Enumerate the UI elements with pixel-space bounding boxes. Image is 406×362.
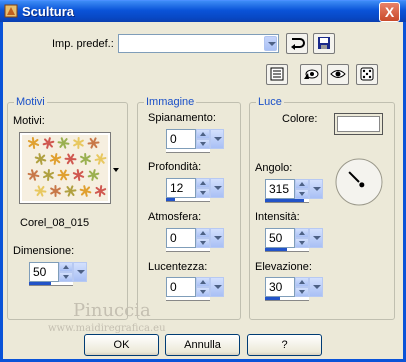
save-icon — [318, 37, 330, 49]
lucentezza-spinner[interactable]: 0 — [166, 277, 224, 297]
angolo-input[interactable]: 315 — [265, 179, 295, 199]
preset-dropdown[interactable] — [118, 34, 279, 53]
motivi-group: Motivi — [7, 96, 128, 320]
spianamento-slider[interactable] — [166, 149, 210, 153]
proof-button[interactable] — [300, 64, 322, 85]
preset-label: Imp. predef.: — [52, 38, 114, 50]
intensita-spinner[interactable]: 50 — [265, 228, 323, 248]
ok-button[interactable]: OK — [84, 334, 159, 356]
dimensione-updown[interactable] — [59, 262, 73, 282]
profondita-slider[interactable] — [166, 198, 210, 202]
atmosfera-label: Atmosfera: — [148, 211, 202, 223]
lucentezza-slider[interactable] — [166, 297, 210, 301]
atmosfera-spinner[interactable]: 0 — [166, 228, 224, 248]
angolo-spinner[interactable]: 315 — [265, 179, 323, 199]
elevazione-input[interactable]: 30 — [265, 277, 295, 297]
profondita-updown[interactable] — [196, 178, 210, 198]
title-bar: Scultura X — [0, 0, 406, 22]
lucentezza-input[interactable]: 0 — [166, 277, 196, 297]
angle-dial[interactable] — [334, 157, 384, 207]
lucentezza-label: Lucentezza: — [148, 261, 208, 273]
intensita-slider-toggle[interactable] — [309, 228, 323, 248]
atmosfera-slider-toggle[interactable] — [210, 228, 224, 248]
eye-hand-icon — [304, 69, 319, 79]
dimensione-label: Dimensione: — [13, 245, 75, 257]
dimensione-slider[interactable] — [29, 282, 73, 286]
list-icon — [270, 67, 284, 81]
dice-icon — [360, 67, 374, 81]
profondita-slider-toggle[interactable] — [210, 178, 224, 198]
profondita-spinner[interactable]: 12 — [166, 178, 224, 198]
randomize-button[interactable] — [356, 64, 378, 85]
colore-swatch[interactable] — [334, 113, 383, 135]
reset-preset-button[interactable] — [286, 33, 308, 54]
angolo-slider[interactable] — [265, 199, 309, 203]
texture-dropdown-arrow[interactable] — [113, 168, 119, 172]
intensita-slider[interactable] — [265, 248, 309, 252]
spianamento-updown[interactable] — [196, 129, 210, 149]
angolo-updown[interactable] — [295, 179, 309, 199]
auto-proof-button[interactable] — [327, 64, 349, 85]
immagine-legend: Immagine — [146, 96, 195, 108]
texture-name: Corel_08_015 — [20, 217, 90, 229]
help-button[interactable]: ? — [247, 334, 322, 356]
dimensione-input[interactable]: 50 — [29, 262, 59, 282]
elevazione-spinner[interactable]: 30 — [265, 277, 323, 297]
spianamento-spinner[interactable]: 0 — [166, 129, 224, 149]
elevazione-slider-toggle[interactable] — [309, 277, 323, 297]
window-title: Scultura — [22, 4, 75, 19]
angolo-slider-toggle[interactable] — [309, 179, 323, 199]
motivi-legend: Motivi — [16, 96, 45, 108]
luce-legend: Luce — [258, 96, 282, 108]
dimensione-slider-toggle[interactable] — [73, 262, 87, 282]
randomize-list-button[interactable] — [266, 64, 288, 85]
close-button[interactable]: X — [379, 2, 400, 22]
chevron-down-icon[interactable] — [264, 36, 277, 51]
reset-icon — [291, 38, 305, 50]
lucentezza-slider-toggle[interactable] — [210, 277, 224, 297]
angolo-label: Angolo: — [255, 162, 293, 174]
save-preset-button[interactable] — [313, 33, 335, 54]
profondita-input[interactable]: 12 — [166, 178, 196, 198]
elevazione-slider[interactable] — [265, 297, 309, 301]
elevazione-updown[interactable] — [295, 277, 309, 297]
dimensione-spinner[interactable]: 50 — [29, 262, 87, 282]
eye-icon — [330, 70, 346, 78]
atmosfera-slider[interactable] — [166, 248, 210, 252]
intensita-updown[interactable] — [295, 228, 309, 248]
lucentezza-updown[interactable] — [196, 277, 210, 297]
profondita-label: Profondità: — [148, 161, 202, 173]
intensita-input[interactable]: 50 — [265, 228, 295, 248]
colore-label: Colore: — [282, 113, 318, 125]
cancel-button[interactable]: Annulla — [165, 334, 240, 356]
app-icon — [4, 4, 18, 18]
atmosfera-updown[interactable] — [196, 228, 210, 248]
close-icon: X — [384, 4, 395, 20]
watermark-name: Pinuccia — [73, 300, 151, 321]
spianamento-input[interactable]: 0 — [166, 129, 196, 149]
watermark-url: www.maidiregrafica.eu — [48, 323, 166, 334]
motivi-label: Motivi: — [13, 115, 45, 127]
spianamento-slider-toggle[interactable] — [210, 129, 224, 149]
intensita-label: Intensità: — [255, 211, 300, 223]
elevazione-label: Elevazione: — [255, 261, 312, 273]
spianamento-label: Spianamento: — [148, 112, 216, 124]
flower-texture-image — [22, 135, 108, 201]
texture-swatch[interactable] — [19, 132, 111, 204]
atmosfera-input[interactable]: 0 — [166, 228, 196, 248]
